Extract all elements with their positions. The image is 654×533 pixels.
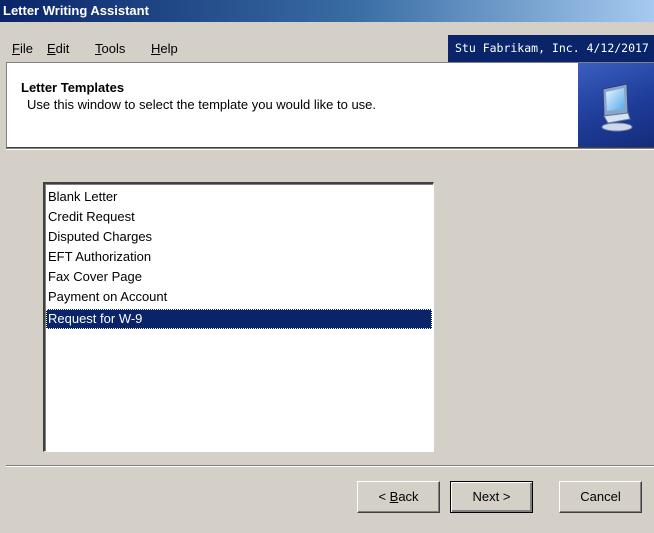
template-item-disputed-charges[interactable]: Disputed Charges: [46, 227, 432, 247]
letter-writing-assistant-window: Letter Writing Assistant File Edit Tools…: [0, 0, 654, 533]
next-button[interactable]: Next >: [450, 481, 533, 513]
header-separator: [6, 148, 654, 150]
back-button[interactable]: < Back: [357, 481, 440, 513]
back-button-prefix: <: [378, 489, 390, 504]
footer-separator: [6, 465, 654, 467]
menu-help[interactable]: Help: [151, 41, 178, 56]
menu-file-access-key: F: [12, 41, 20, 56]
menu-edit-label: dit: [55, 41, 70, 56]
header-panel: Letter Templates Use this window to sele…: [6, 62, 654, 148]
menu-edit[interactable]: Edit: [47, 41, 69, 56]
template-item-credit-request[interactable]: Credit Request: [46, 207, 432, 227]
title-bar: Letter Writing Assistant: [0, 0, 654, 22]
company-date-info: Stu Fabrikam, Inc. 4/12/2017: [448, 35, 654, 62]
template-item-blank-letter[interactable]: Blank Letter: [46, 187, 432, 207]
menu-help-label: elp: [160, 41, 178, 56]
menu-help-access-key: H: [151, 41, 161, 56]
template-item-fax-cover-page[interactable]: Fax Cover Page: [46, 267, 432, 287]
header-image: [578, 63, 654, 147]
back-button-label: ack: [398, 489, 419, 504]
template-listbox[interactable]: Blank Letter Credit Request Disputed Cha…: [43, 182, 434, 452]
template-item-payment-on-account[interactable]: Payment on Account: [46, 287, 432, 307]
menu-file-label: ile: [19, 41, 33, 56]
header-title: Letter Templates: [21, 80, 125, 95]
cancel-button[interactable]: Cancel: [559, 481, 642, 513]
template-item-request-for-w9[interactable]: Request for W-9: [46, 309, 432, 329]
computer-icon: [601, 83, 633, 132]
header-description: Use this window to select the template y…: [27, 97, 377, 112]
window-title: Letter Writing Assistant: [3, 3, 149, 18]
menu-tools-label: ools: [101, 41, 126, 56]
template-item-eft-authorization[interactable]: EFT Authorization: [46, 247, 432, 267]
menu-file[interactable]: File: [12, 41, 33, 56]
menu-edit-access-key: E: [47, 41, 56, 56]
menu-tools[interactable]: Tools: [95, 41, 125, 56]
